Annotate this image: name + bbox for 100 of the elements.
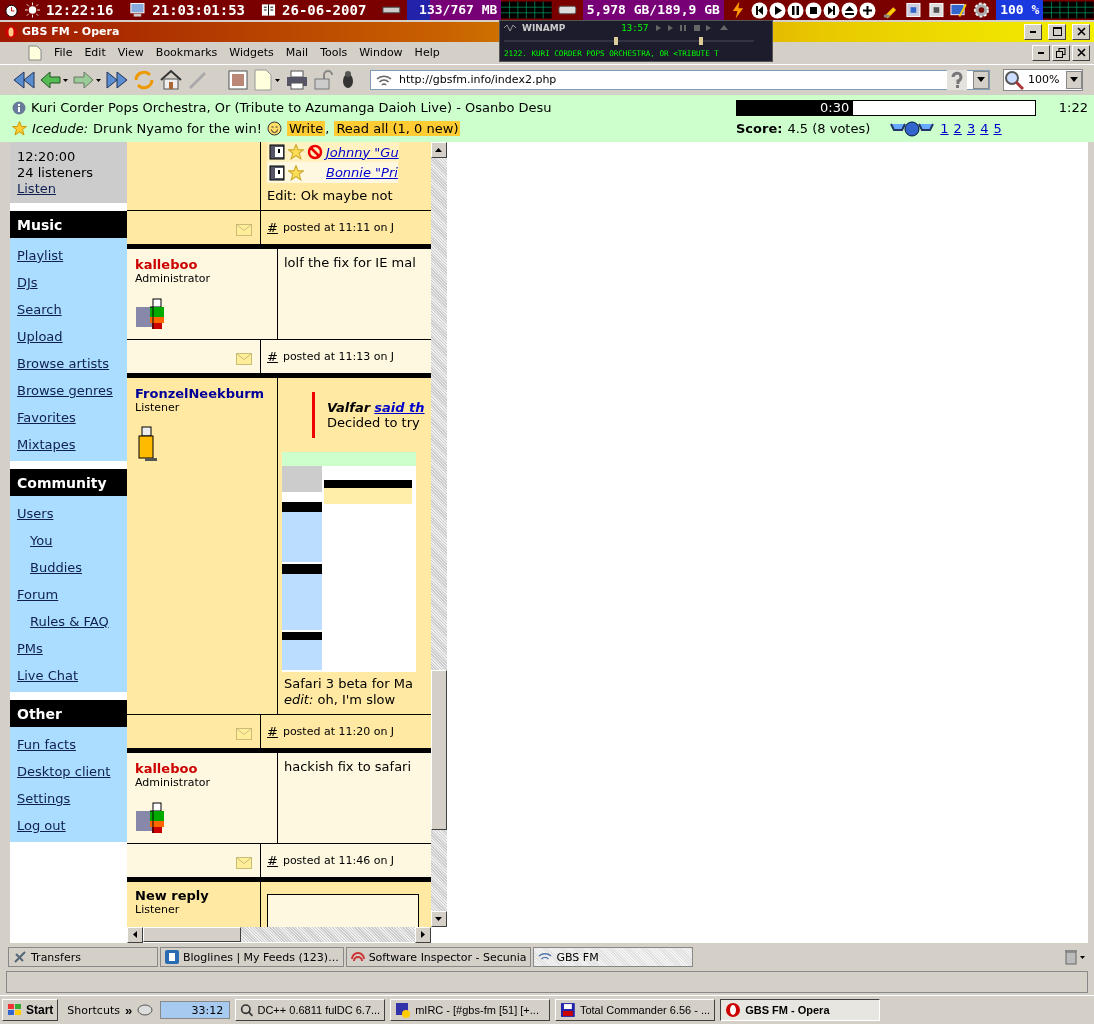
nav-link[interactable]: Browse artists bbox=[17, 349, 110, 377]
window-icon[interactable] bbox=[904, 1, 922, 19]
menu-item[interactable]: Edit bbox=[78, 46, 112, 60]
minimize-button[interactable] bbox=[1032, 44, 1050, 61]
minimize-button[interactable] bbox=[1024, 24, 1042, 40]
taskbar-button[interactable]: mIRC - [#gbs-fm [51] [+... bbox=[390, 999, 551, 1021]
pause-icon[interactable] bbox=[786, 1, 804, 19]
warning-card-icon bbox=[269, 164, 285, 181]
menu-item[interactable]: Tools bbox=[314, 46, 354, 60]
start-button[interactable]: Start bbox=[2, 999, 59, 1021]
nav-link[interactable]: You bbox=[30, 526, 53, 554]
browser-tab[interactable]: Transfers bbox=[8, 947, 158, 968]
separator-comma: , bbox=[325, 121, 330, 137]
rating-link[interactable]: 3 bbox=[966, 121, 976, 137]
browser-tab[interactable]: Software Inspector - Secunia bbox=[345, 947, 532, 968]
window-title: GBS FM - Opera bbox=[22, 25, 120, 39]
listener-count: 24 listeners bbox=[17, 164, 95, 181]
close-button[interactable] bbox=[1072, 44, 1090, 61]
right-arrow-icon bbox=[420, 931, 425, 939]
read-all-link[interactable]: Read all (1, 0 new) bbox=[334, 121, 461, 137]
trash-icon[interactable] bbox=[1064, 949, 1086, 966]
permalink[interactable]: # bbox=[267, 219, 278, 235]
score-label: Score: bbox=[736, 121, 783, 137]
menu-item[interactable]: File bbox=[48, 46, 79, 60]
user-link[interactable]: Bonnie "Pri bbox=[326, 165, 398, 181]
nav-link[interactable]: Upload bbox=[17, 322, 63, 350]
tab-label: Software Inspector - Secunia bbox=[368, 950, 527, 964]
chevron-button[interactable]: » bbox=[124, 1002, 133, 1018]
nav-link[interactable]: Desktop client bbox=[17, 757, 111, 785]
nav-link[interactable]: Search bbox=[17, 295, 62, 323]
menu-item[interactable]: Mail bbox=[279, 46, 315, 60]
printer-icon[interactable] bbox=[285, 68, 309, 91]
help-icon[interactable] bbox=[947, 69, 967, 90]
permalink[interactable]: # bbox=[267, 852, 278, 868]
rating-link[interactable]: 4 bbox=[980, 121, 989, 137]
fast-forward-icon[interactable] bbox=[105, 68, 129, 91]
eject-icon[interactable] bbox=[840, 1, 858, 19]
add-icon[interactable] bbox=[858, 1, 876, 19]
zoom-field[interactable]: 100% bbox=[1003, 68, 1083, 91]
nav-link[interactable]: Settings bbox=[17, 784, 71, 812]
home-icon[interactable] bbox=[159, 68, 183, 91]
start-label: Start bbox=[26, 1003, 54, 1017]
nav-link[interactable]: Log out bbox=[17, 811, 66, 839]
taskbar-button[interactable]: GBS FM - Opera bbox=[720, 999, 881, 1021]
maximize-button[interactable] bbox=[1048, 24, 1066, 40]
nav-link[interactable]: Fun facts bbox=[17, 730, 76, 758]
cpu-graph-icon bbox=[501, 1, 552, 19]
cup-icon[interactable] bbox=[137, 1003, 156, 1017]
restore-icon bbox=[1056, 47, 1066, 58]
nav-link[interactable]: Live Chat bbox=[17, 661, 79, 689]
play-icon[interactable] bbox=[768, 1, 786, 19]
tab-label: Bloglines | My Feeds (123)... bbox=[183, 950, 339, 964]
nav-link[interactable]: Mixtapes bbox=[17, 430, 76, 458]
menu-item[interactable]: Widgets bbox=[223, 46, 280, 60]
caret-icon bbox=[977, 77, 985, 83]
previous-icon[interactable] bbox=[750, 1, 768, 19]
window-icon[interactable] bbox=[927, 1, 945, 19]
nav-link[interactable]: Browse genres bbox=[17, 376, 113, 404]
back-arrow-icon[interactable] bbox=[39, 68, 69, 91]
rating-link[interactable]: 5 bbox=[993, 121, 1002, 137]
toolbar-label: Shortcuts bbox=[67, 1003, 120, 1017]
section-header: Community bbox=[10, 468, 127, 496]
user-role: Listener bbox=[135, 400, 180, 414]
nav-link[interactable]: Playlist bbox=[17, 241, 64, 269]
rewind-icon[interactable] bbox=[12, 68, 36, 91]
close-button[interactable] bbox=[1072, 24, 1090, 40]
nav-link[interactable]: Rules & FAQ bbox=[30, 607, 109, 635]
taskbar-button[interactable]: Total Commander 6.56 - ... bbox=[555, 999, 716, 1021]
user-role: Administrator bbox=[135, 775, 210, 789]
write-link[interactable]: Write bbox=[286, 121, 326, 137]
gear-icon[interactable] bbox=[973, 1, 991, 19]
menu-item[interactable]: Help bbox=[408, 46, 446, 60]
menu-item[interactable]: Bookmarks bbox=[149, 46, 224, 60]
up-arrow-icon bbox=[435, 147, 443, 152]
listen-link[interactable]: Listen bbox=[17, 180, 56, 197]
nav-link[interactable]: PMs bbox=[17, 634, 43, 662]
browser-tab[interactable]: Bloglines | My Feeds (123)... bbox=[160, 947, 344, 968]
quote-link[interactable]: said th bbox=[374, 399, 425, 415]
stop-icon[interactable] bbox=[804, 1, 822, 19]
menu-item[interactable]: View bbox=[111, 46, 150, 60]
rating-link[interactable]: 1 bbox=[940, 121, 949, 137]
address-field[interactable]: http://gbsfm.info/index2.php bbox=[370, 69, 990, 90]
next-icon[interactable] bbox=[822, 1, 840, 19]
nav-link[interactable]: Favorites bbox=[17, 403, 76, 431]
permalink[interactable]: # bbox=[267, 723, 278, 739]
nav-link[interactable]: Forum bbox=[17, 580, 59, 608]
nav-link[interactable]: Users bbox=[17, 499, 54, 527]
dropdown-button[interactable] bbox=[973, 70, 989, 89]
display-icon[interactable] bbox=[950, 1, 968, 19]
taskbar-button[interactable]: DC++ 0.6811 fulDC 6.7... bbox=[235, 999, 386, 1021]
browser-tab[interactable]: GBS FM bbox=[533, 947, 694, 968]
dropdown-button[interactable] bbox=[1066, 70, 1082, 89]
user-link[interactable]: Johnny "Gu bbox=[326, 144, 399, 160]
restore-button[interactable] bbox=[1052, 44, 1070, 61]
photo-icon[interactable] bbox=[227, 68, 249, 91]
permalink[interactable]: # bbox=[267, 348, 278, 364]
nav-link[interactable]: DJs bbox=[17, 268, 38, 296]
nav-link[interactable]: Buddies bbox=[30, 553, 83, 581]
rating-link[interactable]: 2 bbox=[953, 121, 962, 137]
menu-item[interactable]: Window bbox=[353, 46, 409, 60]
